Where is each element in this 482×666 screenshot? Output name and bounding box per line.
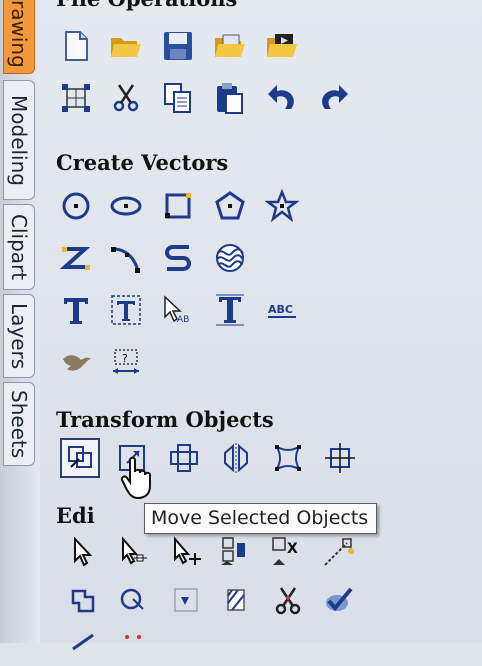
copy-icon[interactable] (158, 78, 198, 118)
section-title-create-vectors: Create Vectors (56, 150, 229, 175)
paste-icon[interactable] (210, 78, 250, 118)
sidebar-tabstrip: rawing Modeling Clipart Layers Sheets (0, 0, 41, 643)
tab-clipart[interactable]: Clipart (3, 204, 35, 290)
group-icon[interactable] (216, 532, 256, 572)
move-selected-objects-icon[interactable] (60, 438, 100, 478)
text-on-curve-icon[interactable]: AB (158, 290, 198, 330)
open-folder-icon[interactable] (106, 26, 146, 66)
transform-pointer-icon[interactable] (166, 532, 206, 572)
ungroup-icon[interactable]: X (266, 532, 306, 572)
redo-icon[interactable] (314, 78, 354, 118)
arc-icon[interactable] (106, 238, 146, 278)
hand-cursor-icon (120, 456, 151, 500)
svg-text:ABC: ABC (268, 303, 293, 316)
s-curve-icon[interactable] (158, 238, 198, 278)
svg-text:X: X (287, 541, 298, 557)
svg-text:AB: AB (177, 315, 189, 325)
partial-tool-icon-2[interactable] (114, 626, 154, 666)
wave-fill-icon[interactable] (210, 238, 250, 278)
trim-icon[interactable] (114, 580, 154, 620)
align-center-icon[interactable] (320, 438, 360, 478)
polygon-icon[interactable] (210, 186, 250, 226)
select-all-icon[interactable] (56, 78, 96, 118)
tab-drawing[interactable]: rawing (3, 0, 35, 74)
fill-pattern-icon[interactable] (216, 580, 256, 620)
save-icon[interactable] (158, 26, 198, 66)
bird-icon[interactable] (56, 342, 96, 382)
svg-text:?: ? (122, 352, 128, 365)
new-file-icon[interactable] (56, 26, 96, 66)
polyline-icon[interactable] (56, 238, 96, 278)
tab-modeling[interactable]: Modeling (3, 80, 35, 200)
open-video-folder-icon[interactable] (262, 26, 302, 66)
section-title-transform-objects: Transform Objects (56, 407, 274, 432)
partial-tool-icon[interactable] (64, 626, 104, 666)
undo-icon[interactable] (262, 78, 302, 118)
tool-panel: File Operations Create Vectors (40, 0, 482, 651)
open-image-folder-icon[interactable] (210, 26, 250, 66)
node-edit-icon[interactable] (114, 532, 154, 572)
circle-icon[interactable] (56, 186, 96, 226)
measure-icon[interactable] (318, 532, 358, 572)
tooltip: Move Selected Objects (144, 503, 378, 534)
select-pointer-icon[interactable] (64, 532, 104, 572)
cut-icon[interactable] (106, 78, 146, 118)
dimension-icon[interactable]: ? (106, 342, 146, 382)
rectangle-icon[interactable] (158, 186, 198, 226)
distort-icon[interactable] (268, 438, 308, 478)
ellipse-icon[interactable] (106, 186, 146, 226)
tab-sheets[interactable]: Sheets (3, 382, 35, 466)
validate-icon[interactable] (318, 580, 358, 620)
text-icon[interactable] (56, 290, 96, 330)
star-icon[interactable] (262, 186, 302, 226)
text-on-line-icon[interactable]: ABC (262, 290, 302, 330)
section-title-file-operations: File Operations (56, 0, 237, 11)
text-box-icon[interactable] (106, 290, 146, 330)
offset-icon[interactable] (166, 580, 206, 620)
mirror-icon[interactable] (216, 438, 256, 478)
text-stretch-icon[interactable] (210, 290, 250, 330)
section-title-edit: Edi (56, 503, 95, 528)
scissors-node-icon[interactable] (268, 580, 308, 620)
position-align-icon[interactable] (164, 438, 204, 478)
weld-icon[interactable] (64, 580, 104, 620)
tab-layers[interactable]: Layers (3, 294, 35, 378)
